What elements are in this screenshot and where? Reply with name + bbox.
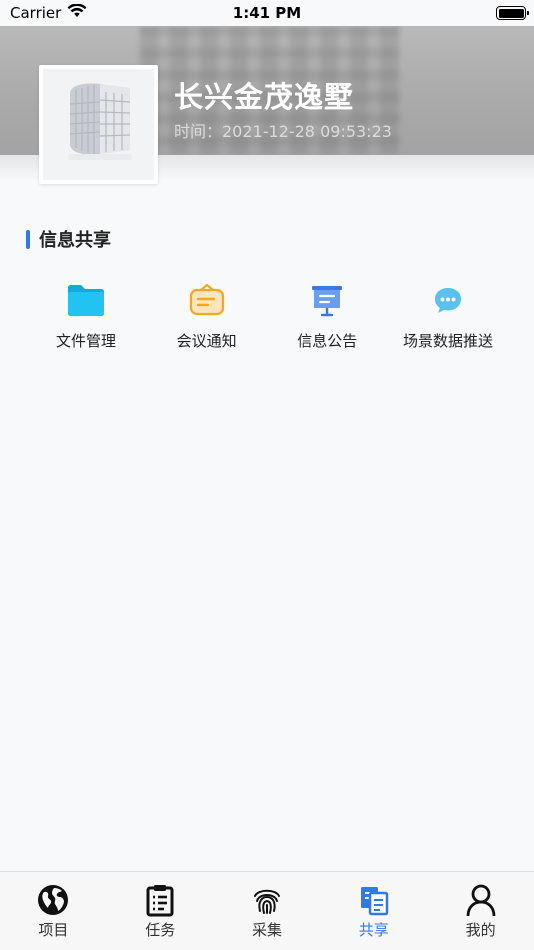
announcement-board-icon	[305, 278, 349, 322]
folder-icon	[64, 278, 108, 322]
status-left: Carrier	[10, 3, 87, 22]
fingerprint-icon	[249, 882, 285, 918]
feature-label: 会议通知	[176, 332, 237, 350]
chat-bubble-icon	[426, 278, 470, 322]
wifi-icon	[67, 3, 87, 22]
feature-scene-data-push[interactable]: 场景数据推送	[388, 278, 508, 358]
user-icon	[463, 882, 499, 918]
feature-label: 场景数据推送	[402, 332, 493, 350]
tab-label: 任务	[145, 921, 176, 939]
tab-task[interactable]: 任务	[107, 872, 214, 950]
clipboard-icon	[142, 882, 178, 918]
feature-announcement[interactable]: 信息公告	[267, 278, 387, 358]
bottom-tab-bar: 项目 任务 采集 共享 我的	[0, 871, 534, 950]
tab-label: 我的	[465, 921, 496, 939]
battery-icon	[496, 6, 529, 20]
project-thumbnail[interactable]	[39, 65, 158, 184]
globe-icon	[35, 882, 71, 918]
tab-share[interactable]: 共享	[320, 872, 427, 950]
tab-label: 共享	[358, 921, 389, 939]
project-title: 长兴金茂逸墅	[174, 80, 355, 114]
meeting-notice-icon	[185, 278, 229, 322]
carrier-label: Carrier	[10, 4, 62, 22]
project-time: 时间：2021-12-28 09:53:23	[174, 122, 392, 141]
feature-meeting-notice[interactable]: 会议通知	[147, 278, 267, 358]
tab-mine[interactable]: 我的	[427, 872, 534, 950]
tab-project[interactable]: 项目	[0, 872, 107, 950]
feature-label: 文件管理	[55, 332, 116, 350]
tab-label: 采集	[251, 921, 282, 939]
status-bar: Carrier 1:41 PM	[0, 0, 534, 26]
tab-collect[interactable]: 采集	[214, 872, 321, 950]
section-title: 信息共享	[39, 230, 111, 251]
section-header: 信息共享	[26, 226, 111, 252]
feature-file-management[interactable]: 文件管理	[26, 278, 146, 358]
feature-grid: 文件管理 会议通知 信息公告 场景数据推送	[26, 278, 508, 358]
tab-label: 项目	[38, 921, 69, 939]
share-documents-icon	[356, 882, 392, 918]
section-accent-bar	[26, 229, 30, 249]
building-icon	[67, 82, 132, 160]
feature-label: 信息公告	[297, 332, 358, 350]
